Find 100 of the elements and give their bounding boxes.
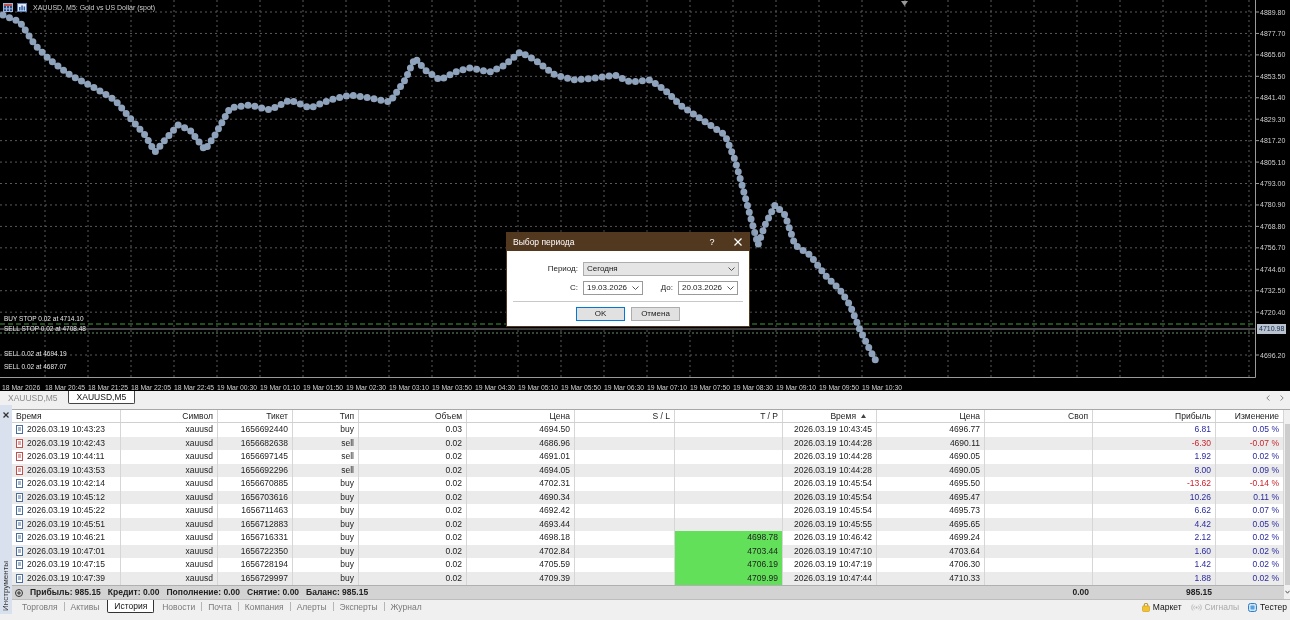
table-row[interactable]: 2026.03.19 10:45:22 xauusd 1656711463 buy 0.02 4692.42 2026.03.19 10:45:54 4695.73 6.62 0.07 % <box>12 504 1284 518</box>
panel-tab[interactable]: Алерты <box>290 600 333 613</box>
summary-item: Прибыль: 985.15 <box>30 586 101 599</box>
table-cell: 2.12 <box>1093 531 1216 545</box>
dropdown-field[interactable]: Сегодня <box>583 262 739 276</box>
summary-total: 985.15 <box>1185 586 1213 599</box>
table-cell: 0.02 <box>359 477 467 491</box>
panel-tab[interactable]: Эксперты <box>333 600 384 613</box>
table-cell: 2026.03.19 10:46:42 <box>783 531 877 545</box>
panel-tab[interactable]: Активы <box>64 600 106 613</box>
table-row[interactable]: 2026.03.19 10:46:21 xauusd 1656716331 buy 0.02 4698.18 4698.78 2026.03.19 10:46:42 4699.24 2.12 0.02 % <box>12 531 1284 545</box>
column-header[interactable]: Тип <box>293 410 359 422</box>
time-text: 2026.03.19 10:43:23 <box>27 423 105 436</box>
close-icon <box>734 238 742 246</box>
summary-item: Снятие: 0.00 <box>247 586 300 599</box>
table-cell: 1656697145 <box>218 450 293 464</box>
close-icon[interactable] <box>3 412 9 418</box>
table-cell: buy <box>293 531 359 545</box>
time-text: 2026.03.19 10:45:22 <box>27 504 105 517</box>
plus-circle-icon[interactable] <box>15 588 23 597</box>
column-header[interactable]: Прибыль <box>1093 410 1216 422</box>
shopping-bag-icon <box>1141 602 1150 612</box>
field-label: До: <box>659 282 674 294</box>
chevron-down-icon[interactable] <box>1284 590 1290 594</box>
panel-tab[interactable]: Новости <box>156 600 202 613</box>
table-row[interactable]: 2026.03.19 10:42:14 xauusd 1656670885 buy 0.02 4702.31 2026.03.19 10:45:54 4695.50 -13.62 -0.14 % <box>12 477 1284 491</box>
table-cell: -13.62 <box>1093 477 1216 491</box>
help-button[interactable]: ? <box>705 235 719 249</box>
table-row[interactable]: 2026.03.19 10:43:23 xauusd 1656692440 buy 0.03 4694.50 2026.03.19 10:43:45 4696.77 6.81 0.05 % <box>12 423 1284 437</box>
table-cell: 2026.03.19 10:44:28 <box>783 450 877 464</box>
triangle-icon[interactable] <box>901 1 908 6</box>
summary-item: Пополнение: 0.00 <box>166 586 240 599</box>
table-cell: buy <box>293 477 359 491</box>
time-text: 2026.03.19 10:47:15 <box>27 558 105 571</box>
chart-tab[interactable]: XAUUSD,M5 <box>67 391 136 404</box>
table-row[interactable]: 2026.03.19 10:47:15 xauusd 1656728194 buy 0.02 4705.59 4706.19 2026.03.19 10:47:19 4706.30 1.42 0.02 % <box>12 558 1284 572</box>
panel-tab[interactable]: Компания <box>238 600 290 613</box>
table-cell: 4698.78 <box>675 531 783 545</box>
dropdown-field[interactable]: 19.03.2026 <box>583 281 643 295</box>
table-cell: xauusd <box>121 558 218 572</box>
square-icon <box>1248 602 1258 612</box>
table-cell: 4691.01 <box>467 450 575 464</box>
field-label: С: <box>569 282 579 294</box>
table-cell: 2026.03.19 10:43:45 <box>783 423 877 437</box>
table-cell: 1.42 <box>1093 558 1216 572</box>
table-cell: 1656728194 <box>218 558 293 572</box>
column-header[interactable]: Время <box>12 410 121 422</box>
table-cell: xauusd <box>121 450 218 464</box>
table-cell: 4702.31 <box>467 477 575 491</box>
table-cell: 4706.19 <box>675 558 783 572</box>
time-text: 2026.03.19 10:42:43 <box>27 436 105 450</box>
chevron-right-icon[interactable] <box>1280 394 1284 401</box>
column-header[interactable]: Цена <box>467 410 575 422</box>
table-cell: 4695.50 <box>877 477 985 491</box>
table-cell: 4699.24 <box>877 531 985 545</box>
table-cell: 2026.03.19 10:45:54 <box>783 504 877 518</box>
panel-link[interactable]: Маркет <box>1141 601 1182 613</box>
time-text: 2026.03.19 10:43:53 <box>27 463 105 477</box>
field-label: Период: <box>546 263 579 275</box>
table-cell: buy <box>293 558 359 572</box>
chart-icon[interactable] <box>17 3 27 12</box>
time-text: 2026.03.19 10:45:51 <box>27 517 105 531</box>
table-cell: 0.03 <box>359 423 467 437</box>
dialog-button[interactable]: OK <box>576 307 625 321</box>
dialog-button[interactable]: Отмена <box>631 307 680 321</box>
table-cell: 4690.05 <box>877 450 985 464</box>
column-header[interactable]: Цена <box>877 410 985 422</box>
time-text: 2026.03.19 10:42:14 <box>27 477 105 490</box>
table-row[interactable]: 2026.03.19 10:44:11 xauusd 1656697145 sell 0.02 4691.01 2026.03.19 10:44:28 4690.05 1.92 0.02 % <box>12 450 1284 464</box>
panel-tab[interactable]: Торговля <box>16 600 64 613</box>
column-header[interactable]: Время <box>783 410 877 422</box>
panel-tab[interactable]: Почта <box>202 600 238 613</box>
column-header[interactable]: Тикет <box>218 410 293 422</box>
time-text: 2026.03.19 10:46:21 <box>27 531 105 544</box>
dropdown-field[interactable]: 20.03.2026 <box>678 281 738 295</box>
table-cell: xauusd <box>121 423 218 437</box>
table-cell: 6.81 <box>1093 423 1216 437</box>
panel-link[interactable]: Тестер <box>1248 601 1287 613</box>
table-cell: sell <box>293 450 359 464</box>
table-cell: 2026.03.19 10:47:19 <box>783 558 877 572</box>
table-cell: 1656692440 <box>218 423 293 437</box>
column-header[interactable]: Символ <box>121 410 218 422</box>
panel-tab[interactable]: Журнал <box>384 600 428 613</box>
column-header[interactable]: Своп <box>985 410 1093 422</box>
column-header[interactable]: T / P <box>675 410 783 422</box>
table-cell: 2026.03.19 10:45:54 <box>783 477 877 491</box>
table-cell: 0.02 <box>359 558 467 572</box>
table-cell: 1656716331 <box>218 531 293 545</box>
scrollbar-thumb[interactable] <box>1284 424 1290 585</box>
table-cell: 0.02 <box>359 531 467 545</box>
column-header[interactable]: S / L <box>575 410 675 422</box>
table-cell: 4698.18 <box>467 531 575 545</box>
order-line[interactable] <box>0 332 1256 334</box>
table-cell: xauusd <box>121 504 218 518</box>
grid-icon[interactable] <box>3 3 13 12</box>
panel-tab[interactable]: История <box>107 600 155 613</box>
column-header[interactable]: Объем <box>359 410 467 422</box>
table-cell: buy <box>293 504 359 518</box>
chevron-left-icon[interactable] <box>1266 394 1270 401</box>
table-cell: 1656711463 <box>218 504 293 518</box>
